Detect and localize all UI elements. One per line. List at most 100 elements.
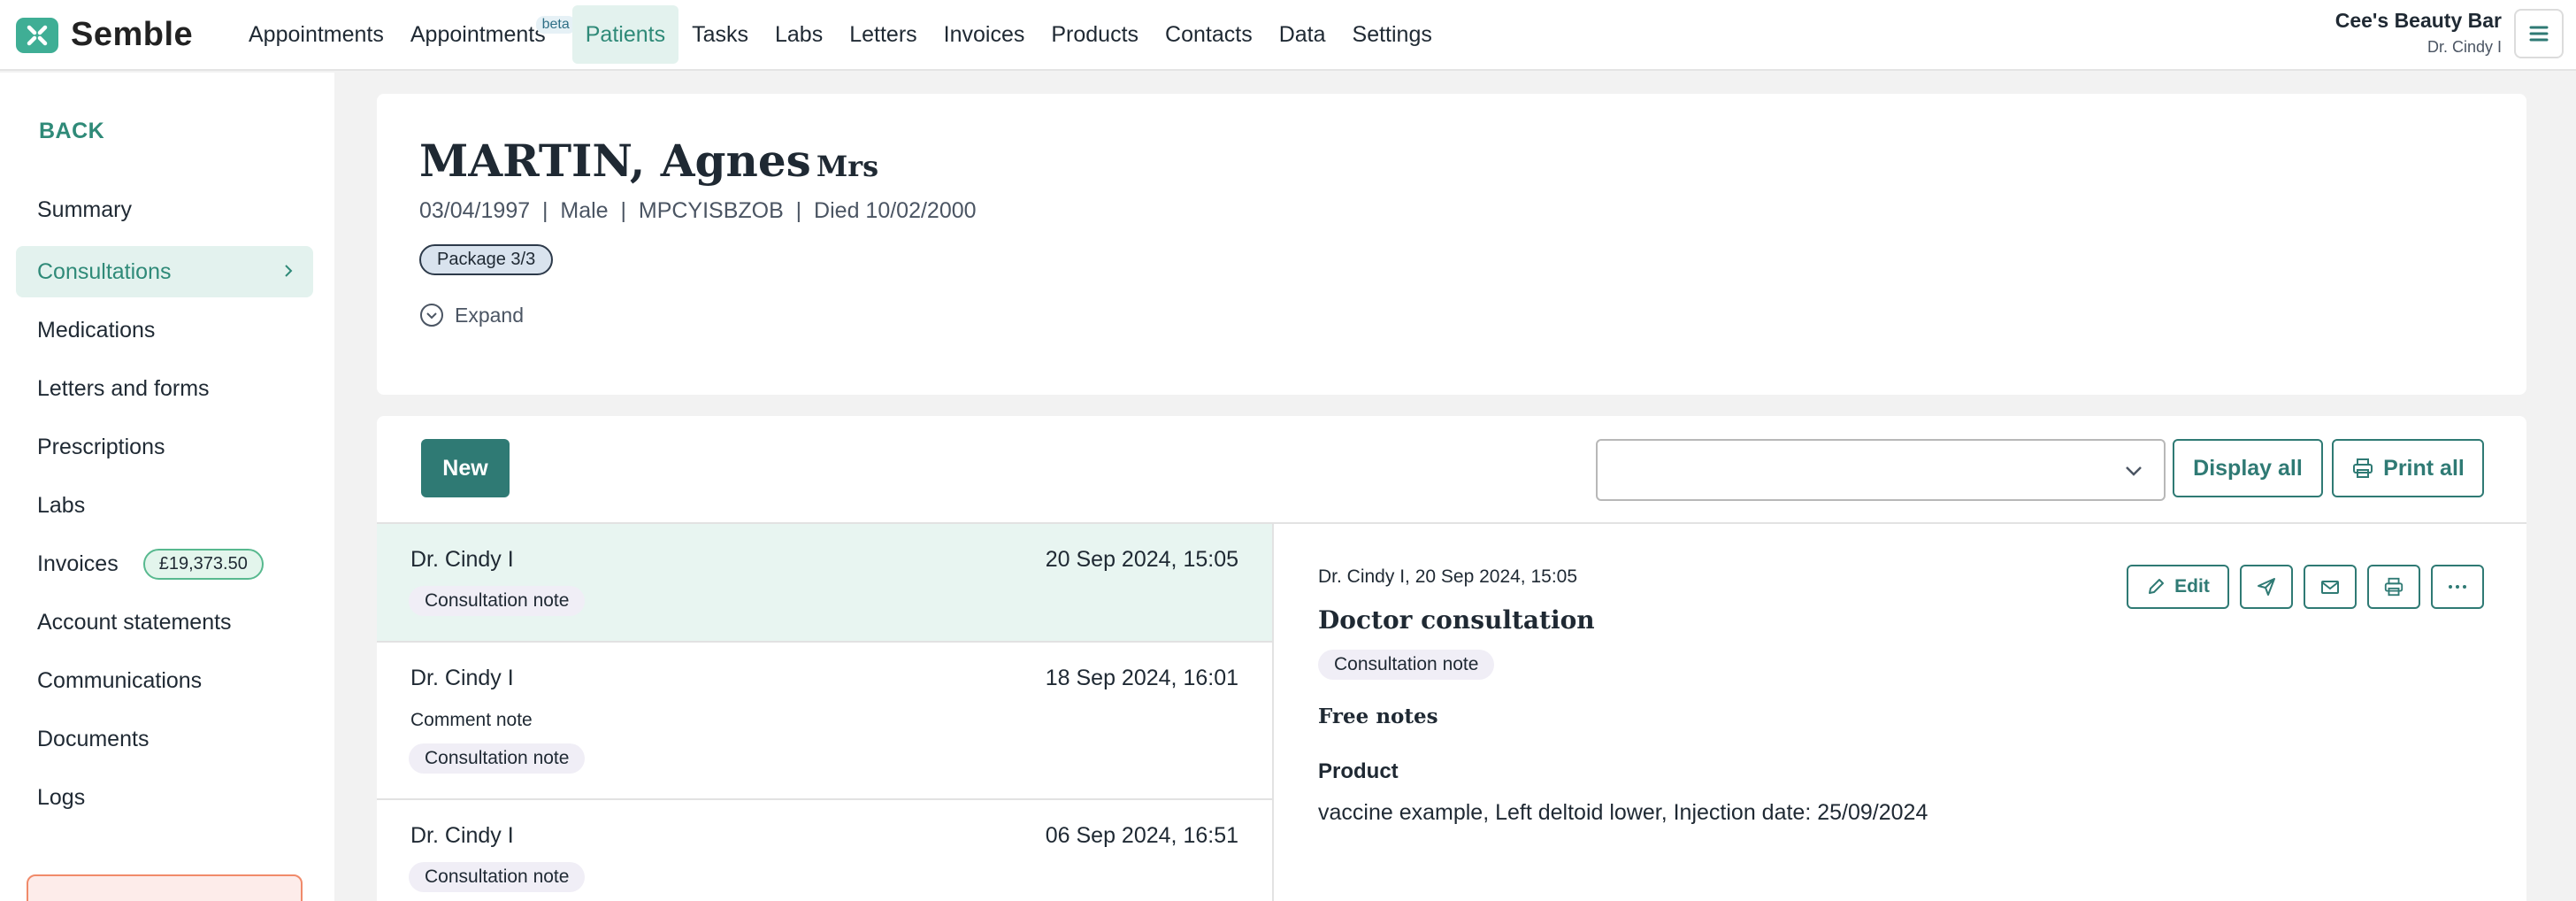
consultation-filter-select[interactable]	[1596, 439, 2166, 501]
consultation-date: 20 Sep 2024, 15:05	[1045, 547, 1238, 572]
edit-label: Edit	[2174, 576, 2210, 597]
chevron-down-circle-icon	[420, 304, 443, 327]
sidebar-item-labs[interactable]: Labs	[16, 480, 313, 531]
new-consultation-button[interactable]: New	[421, 439, 510, 497]
nav-contacts[interactable]: Contacts	[1152, 5, 1266, 64]
nav-tasks[interactable]: Tasks	[678, 5, 762, 64]
envelope-icon	[2321, 581, 2339, 594]
expand-toggle[interactable]: Expand	[419, 303, 524, 327]
nav-label: Patients	[585, 21, 666, 47]
sidebar-item-label: Labs	[37, 492, 86, 518]
semble-logo-icon	[16, 17, 58, 53]
nav-label: Labs	[775, 21, 824, 47]
patient-name: MARTIN, Agnes Mrs	[419, 135, 878, 187]
nav-label: Data	[1278, 21, 1326, 47]
nav-label: Appointments	[410, 21, 546, 47]
consultation-subtitle: Comment note	[410, 710, 533, 730]
nav-appointments[interactable]: Appointments	[235, 5, 397, 64]
patient-header-card: MARTIN, Agnes Mrs 03/04/1997 | Male | MPC…	[377, 94, 2526, 395]
sidebar-item-label: Medications	[37, 317, 156, 343]
consultation-date: 18 Sep 2024, 16:01	[1045, 666, 1238, 690]
sidebar-item-communications[interactable]: Communications	[16, 655, 313, 706]
detail-actions: Edit	[2127, 565, 2484, 609]
product-label: Product	[1318, 759, 1399, 783]
chevron-down-icon	[2126, 466, 2142, 476]
nav-labs[interactable]: Labs	[762, 5, 836, 64]
printer-icon	[2353, 458, 2373, 478]
nav-letters[interactable]: Letters	[836, 5, 930, 64]
nav-label: Letters	[849, 21, 917, 47]
free-notes-heading: Free notes	[1318, 705, 1438, 728]
consultation-doctor: Dr. Cindy I	[410, 547, 514, 572]
back-link[interactable]: BACK	[39, 119, 104, 144]
sidebar-item-label: Letters and forms	[37, 375, 210, 401]
nav-invoices[interactable]: Invoices	[931, 5, 1039, 64]
nav-label: Invoices	[943, 21, 1025, 47]
sidebar-item-account-statements[interactable]: Account statements	[16, 597, 313, 648]
sidebar-item-invoices[interactable]: Invoices £19,373.50	[16, 538, 313, 589]
consultation-doctor: Dr. Cindy I	[410, 666, 514, 690]
sidebar-item-logs[interactable]: Logs	[16, 772, 313, 823]
consultations-panel: New Display all Print all Dr. Cindy I 20…	[377, 416, 2526, 901]
sidebar-item-documents[interactable]: Documents	[16, 713, 313, 765]
consultation-type-tag: Consultation note	[409, 862, 586, 892]
sidebar-alert-box	[27, 874, 303, 901]
nav-label: Settings	[1352, 21, 1432, 47]
consultation-list-item[interactable]: Dr. Cindy I 18 Sep 2024, 16:01 Comment n…	[377, 643, 1272, 800]
email-button[interactable]	[2304, 565, 2357, 609]
sidebar-item-label: Communications	[37, 667, 203, 693]
beta-badge: beta	[535, 16, 576, 34]
nav-settings[interactable]: Settings	[1339, 5, 1445, 64]
print-all-label: Print all	[2383, 455, 2465, 481]
nav-label: Products	[1051, 21, 1139, 47]
print-button[interactable]	[2367, 565, 2420, 609]
consultation-list-item[interactable]: Dr. Cindy I 06 Sep 2024, 16:51 Consultat…	[377, 800, 1272, 901]
sidebar-item-label: Account statements	[37, 609, 232, 635]
package-badge[interactable]: Package 3/3	[419, 244, 554, 275]
expand-label: Expand	[455, 303, 525, 327]
semble-logo[interactable]: Semble	[16, 16, 193, 54]
patient-sidebar: BACK Summary Consultations Medications L…	[0, 73, 334, 901]
sidebar-item-label: Prescriptions	[37, 434, 165, 459]
send-icon	[2258, 578, 2275, 596]
consultation-list-item[interactable]: Dr. Cindy I 20 Sep 2024, 15:05 Consultat…	[377, 524, 1272, 643]
brand-name: Semble	[71, 16, 194, 53]
nav-label: Tasks	[692, 21, 748, 47]
sidebar-item-label: Documents	[37, 726, 150, 751]
consultation-detail: Dr. Cindy I, 20 Sep 2024, 15:05 Doctor c…	[1274, 524, 2526, 901]
more-options-button[interactable]	[2431, 565, 2484, 609]
sidebar-item-summary[interactable]: Summary	[16, 184, 313, 235]
organization-info[interactable]: Cee's Beauty Bar Dr. Cindy I	[2335, 9, 2502, 57]
invoice-balance-badge: £19,373.50	[142, 548, 264, 580]
print-all-button[interactable]: Print all	[2332, 439, 2484, 497]
sidebar-item-label: Summary	[37, 196, 132, 222]
nav-products[interactable]: Products	[1038, 5, 1152, 64]
chevron-right-icon	[285, 265, 293, 277]
nav-data[interactable]: Data	[1266, 5, 1339, 64]
sidebar-item-consultations[interactable]: Consultations	[16, 246, 313, 297]
sidebar-item-letters-forms[interactable]: Letters and forms	[16, 363, 313, 414]
top-navigation-bar: Semble Appointments Appointments beta Pat…	[0, 0, 2576, 71]
edit-button[interactable]: Edit	[2127, 565, 2229, 609]
send-button[interactable]	[2240, 565, 2293, 609]
consultation-type-tag: Consultation note	[409, 586, 586, 616]
organization-name: Cee's Beauty Bar	[2334, 9, 2502, 32]
sidebar-item-prescriptions[interactable]: Prescriptions	[16, 421, 313, 473]
consultation-date: 06 Sep 2024, 16:51	[1045, 823, 1238, 848]
ellipsis-icon	[2449, 585, 2466, 589]
hamburger-icon	[2529, 26, 2549, 42]
patient-details: 03/04/1997 | Male | MPCYISBZOB | Died 10…	[419, 198, 977, 223]
detail-type-tag: Consultation note	[1318, 650, 1495, 680]
nav-appointments-beta[interactable]: Appointments beta	[397, 5, 576, 64]
display-all-button[interactable]: Display all	[2173, 439, 2323, 497]
printer-icon	[2384, 577, 2404, 597]
current-user: Dr. Cindy I	[2426, 38, 2502, 56]
pencil-icon	[2149, 579, 2165, 594]
hamburger-menu-button[interactable]	[2514, 9, 2564, 58]
detail-title: Doctor consultation	[1318, 605, 1595, 635]
nav-patients[interactable]: Patients	[571, 5, 679, 64]
sidebar-item-label: Logs	[37, 784, 86, 810]
patient-name-text: MARTIN, Agnes	[419, 135, 811, 187]
detail-meta: Dr. Cindy I, 20 Sep 2024, 15:05	[1318, 566, 1578, 587]
sidebar-item-medications[interactable]: Medications	[16, 304, 313, 356]
